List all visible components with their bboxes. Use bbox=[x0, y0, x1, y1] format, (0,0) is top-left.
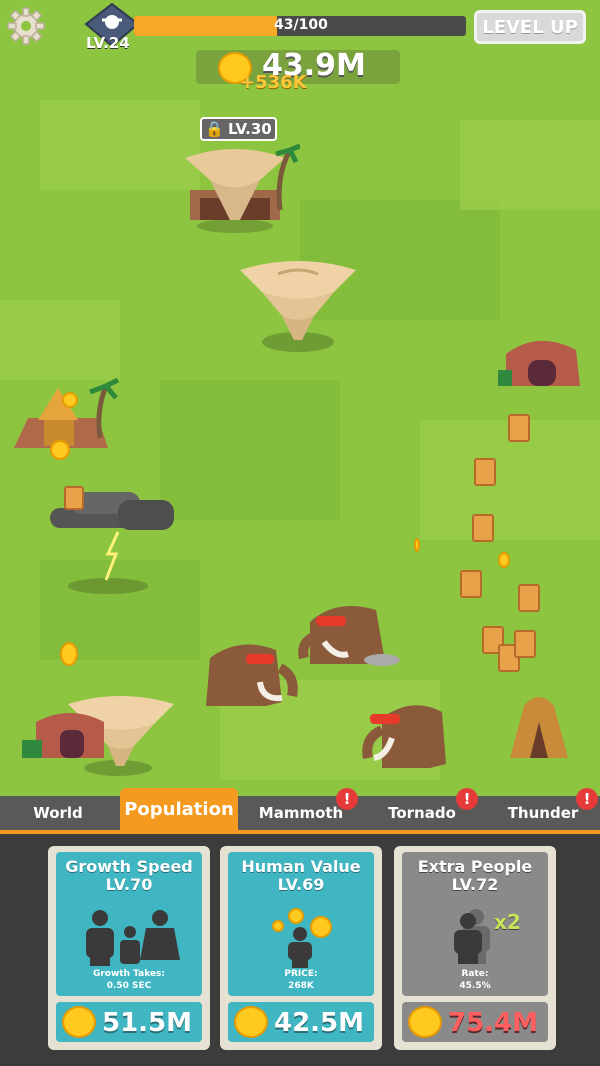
upgrade-price-button[interactable]: 42.5M bbox=[228, 1002, 374, 1042]
extra-person-icon bbox=[454, 909, 490, 964]
card-stat-label: PRICE: bbox=[284, 969, 318, 979]
caveman bbox=[518, 584, 540, 612]
card-level: LV.69 bbox=[277, 875, 325, 894]
player-level: LV.24 bbox=[86, 34, 130, 52]
tab-world[interactable]: World bbox=[20, 796, 96, 830]
family-icon bbox=[86, 910, 180, 966]
card-body: Growth Speed LV.70 Growth Takes: 0.50 SE… bbox=[56, 852, 202, 996]
tab-population[interactable]: Population bbox=[120, 788, 238, 830]
grass-patch bbox=[460, 120, 600, 210]
locked-level-text: LV.30 bbox=[227, 120, 272, 138]
caveman bbox=[472, 514, 494, 542]
locked-hut-tornado bbox=[185, 143, 300, 233]
tent-hut bbox=[510, 697, 568, 758]
cave-hut bbox=[498, 340, 580, 386]
card-body: Extra People LV.72 x2 Rate: 45.5% bbox=[402, 852, 548, 996]
coin-icon bbox=[62, 1006, 96, 1038]
person-icon bbox=[288, 927, 312, 968]
xp-progress-fill bbox=[134, 16, 277, 36]
tornado[interactable] bbox=[238, 258, 358, 358]
settings-gear-icon[interactable] bbox=[6, 6, 46, 46]
card-title: Extra People bbox=[417, 857, 533, 876]
grass-patch bbox=[40, 100, 200, 190]
caveman bbox=[460, 570, 482, 598]
game-field[interactable]: 🔒 LV.30 bbox=[0, 0, 600, 796]
upgrade-price: 42.5M bbox=[274, 1008, 365, 1038]
lock-icon: 🔒 bbox=[205, 120, 224, 138]
card-stat-value: 45.5% bbox=[459, 981, 491, 991]
caveman bbox=[474, 458, 496, 486]
level-up-button[interactable]: LEVEL UP bbox=[474, 10, 586, 44]
tab-thunder[interactable]: Thunder bbox=[506, 796, 580, 830]
card-stat-value: 268K bbox=[288, 981, 314, 991]
locked-level-badge: 🔒 LV.30 bbox=[200, 117, 277, 141]
tab-tornado[interactable]: Tornado bbox=[382, 796, 462, 830]
coin-icon bbox=[288, 908, 304, 924]
card-level: LV.70 bbox=[105, 875, 153, 894]
multiplier-badge: x2 bbox=[494, 910, 521, 934]
human-value-card[interactable]: Human Value LV.69 PRICE: 268K 42.5M bbox=[220, 846, 382, 1050]
upgrade-price: 75.4M bbox=[448, 1008, 539, 1038]
coin-icon[interactable] bbox=[498, 552, 510, 568]
coin-icon[interactable] bbox=[50, 440, 70, 460]
thunder-alert-icon: ! bbox=[576, 788, 598, 810]
coin-icon[interactable] bbox=[60, 642, 78, 666]
tornado-alert-icon: ! bbox=[456, 788, 478, 810]
card-title: Growth Speed bbox=[65, 857, 193, 876]
tab-mammoth[interactable]: Mammoth bbox=[258, 796, 344, 830]
card-body: Human Value LV.69 PRICE: 268K bbox=[228, 852, 374, 996]
caveman bbox=[508, 414, 530, 442]
upgrade-price-button[interactable]: 51.5M bbox=[56, 1002, 202, 1042]
coin-icon bbox=[408, 1006, 442, 1038]
mammoth[interactable] bbox=[352, 696, 452, 774]
caveman bbox=[64, 486, 84, 510]
card-level: LV.72 bbox=[451, 875, 499, 894]
extra-people-card[interactable]: Extra People LV.72 x2 Rate: 45.5% 75.4M bbox=[394, 846, 556, 1050]
upgrade-price: 51.5M bbox=[102, 1008, 193, 1038]
xp-progress-text: 43/100 bbox=[274, 17, 328, 33]
card-stat-value: 0.50 SEC bbox=[106, 981, 152, 991]
cave-hut bbox=[22, 713, 104, 758]
caveman bbox=[514, 630, 536, 658]
coin-icon[interactable] bbox=[62, 392, 78, 408]
coin-icon bbox=[234, 1006, 268, 1038]
grass-patch bbox=[160, 380, 340, 520]
card-title: Human Value bbox=[241, 857, 361, 876]
coin-icon[interactable] bbox=[414, 538, 420, 552]
upgrade-tabs: World Population Mammoth ! Tornado ! Thu… bbox=[0, 788, 600, 834]
card-stat-label: Growth Takes: bbox=[92, 969, 166, 979]
upgrade-price-button[interactable]: 75.4M bbox=[402, 1002, 548, 1042]
grass-patch bbox=[0, 300, 120, 380]
growth-speed-card[interactable]: Growth Speed LV.70 Growth Takes: 0.50 SE… bbox=[48, 846, 210, 1050]
coin-gain-popup: +536K bbox=[240, 72, 307, 93]
card-stat-label: Rate: bbox=[461, 969, 489, 979]
mammoth[interactable] bbox=[200, 636, 310, 712]
mammoth-alert-icon: ! bbox=[336, 788, 358, 810]
